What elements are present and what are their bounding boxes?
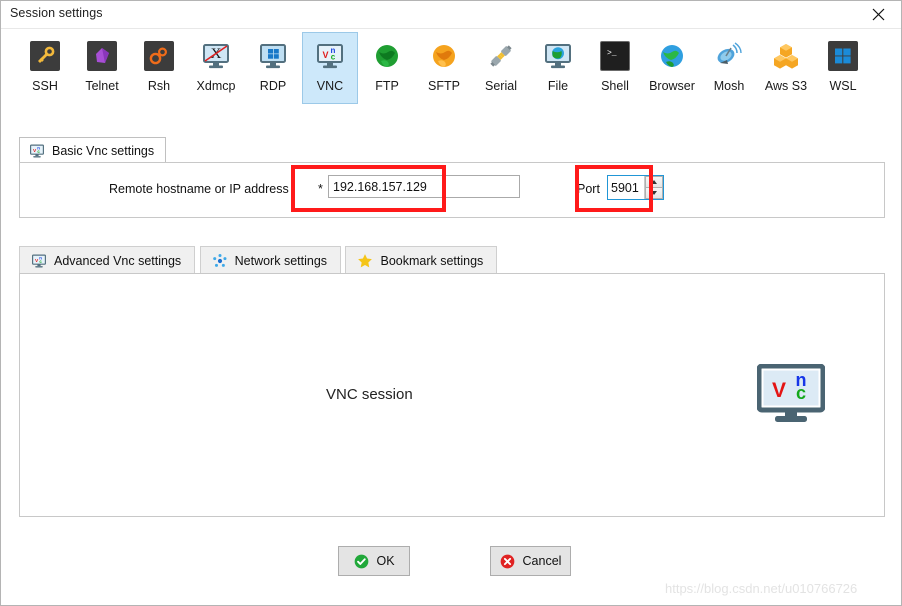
vnc-monitor-icon: V n c xyxy=(314,40,346,72)
tab-advanced-vnc-settings[interactable]: V n c Advanced Vnc settings xyxy=(19,246,196,274)
port-spin-arrows xyxy=(644,176,663,199)
protocol-label: SFTP xyxy=(428,79,460,93)
protocol-vnc[interactable]: V n c VNC xyxy=(302,32,358,104)
svg-text:V: V xyxy=(322,50,328,60)
orange-globe-icon xyxy=(428,40,460,72)
port-input[interactable] xyxy=(608,176,644,199)
x-circle-icon xyxy=(500,553,516,569)
session-preview-panel: VNC session V n c xyxy=(19,273,885,517)
close-icon xyxy=(872,8,885,21)
green-globe-icon xyxy=(371,40,403,72)
protocol-label: VNC xyxy=(316,79,344,93)
x-monitor-icon: X xyxy=(200,40,232,72)
ok-label: OK xyxy=(376,554,395,568)
svg-text:V: V xyxy=(772,379,786,402)
protocol-xdmcp[interactable]: X Xdmcp xyxy=(188,32,244,104)
port-stepper[interactable] xyxy=(607,175,664,200)
session-settings-dialog: Session settings SSH Telnet Rsh Xdmcp RD… xyxy=(0,0,902,606)
tab-bookmark-settings[interactable]: Bookmark settings xyxy=(345,246,498,274)
chevron-down-icon xyxy=(651,191,657,195)
protocol-file[interactable]: File xyxy=(530,32,586,104)
tab-label: Network settings xyxy=(234,253,328,268)
protocol-label: Browser xyxy=(649,79,695,93)
vnc-monitor-large-icon: V n c xyxy=(756,363,826,424)
protocol-toolbar: SSH Telnet Rsh Xdmcp RDP V n c VNC FTP S… xyxy=(1,32,901,112)
protocol-wsl[interactable]: WSL xyxy=(815,32,871,104)
vnc-monitor-icon: V n c xyxy=(29,143,45,159)
protocol-serial[interactable]: Serial xyxy=(473,32,529,104)
protocol-label: Mosh xyxy=(713,79,745,93)
protocol-label: Telnet xyxy=(85,79,119,93)
hostname-input[interactable] xyxy=(328,175,520,198)
hostname-label: Remote hostname or IP address xyxy=(109,182,289,196)
tab-basic-vnc-settings[interactable]: V n c Basic Vnc settings xyxy=(19,137,167,163)
protocol-ftp[interactable]: FTP xyxy=(359,32,415,104)
tab-label: Basic Vnc settings xyxy=(52,143,155,158)
protocol-ssh[interactable]: SSH xyxy=(17,32,73,104)
session-caption: VNC session xyxy=(326,386,413,403)
svg-text:>_: >_ xyxy=(607,49,617,58)
protocol-label: SSH xyxy=(32,79,58,93)
tab-label: Bookmark settings xyxy=(380,253,484,268)
basic-settings-group: Remote hostname or IP address * Port xyxy=(19,162,885,218)
network-nodes-icon xyxy=(212,253,228,269)
gem-icon xyxy=(86,40,118,72)
protocol-label: RDP xyxy=(259,79,287,93)
protocol-label: Xdmcp xyxy=(196,79,236,93)
port-increment-button[interactable] xyxy=(645,176,663,188)
aws-cubes-icon xyxy=(770,40,802,72)
key-icon xyxy=(29,40,61,72)
protocol-label: Shell xyxy=(601,79,629,93)
file-share-monitor-icon xyxy=(542,40,574,72)
close-button[interactable] xyxy=(856,1,901,28)
advanced-tabstrip: V n c Advanced Vnc settings Network sett… xyxy=(19,246,885,274)
windows-monitor-icon xyxy=(257,40,289,72)
port-label: Port xyxy=(577,182,600,196)
required-marker: * xyxy=(318,182,323,196)
port-decrement-button[interactable] xyxy=(645,188,663,199)
blue-globe-icon xyxy=(656,40,688,72)
protocol-label: WSL xyxy=(829,79,857,93)
protocol-telnet[interactable]: Telnet xyxy=(74,32,130,104)
vnc-monitor-icon: V n c xyxy=(31,253,47,269)
protocol-rsh[interactable]: Rsh xyxy=(131,32,187,104)
protocol-shell[interactable]: >_ Shell xyxy=(587,32,643,104)
ok-button[interactable]: OK xyxy=(338,546,410,576)
protocol-rdp[interactable]: RDP xyxy=(245,32,301,104)
tab-network-settings[interactable]: Network settings xyxy=(199,246,342,274)
protocol-aws-s3[interactable]: Aws S3 xyxy=(758,32,814,104)
protocol-label: Aws S3 xyxy=(764,79,808,93)
star-icon xyxy=(357,253,373,269)
svg-text:c: c xyxy=(796,383,806,403)
protocol-label: Serial xyxy=(485,79,517,93)
protocol-mosh[interactable]: Mosh xyxy=(701,32,757,104)
protocol-label: FTP xyxy=(375,79,399,93)
terminal-icon: >_ xyxy=(599,40,631,72)
cancel-button[interactable]: Cancel xyxy=(490,546,571,576)
window-title: Session settings xyxy=(10,6,103,20)
basic-settings-tabstrip: V n c Basic Vnc settings xyxy=(19,137,885,163)
check-circle-icon xyxy=(353,553,369,569)
satellite-dish-icon xyxy=(713,40,745,72)
protocol-label: File xyxy=(547,79,569,93)
tab-label: Advanced Vnc settings xyxy=(54,253,182,268)
watermark: https://blog.csdn.net/u010766726 xyxy=(665,581,858,596)
cancel-label: Cancel xyxy=(522,554,562,568)
protocol-label: Rsh xyxy=(147,79,171,93)
title-bar: Session settings xyxy=(1,1,901,29)
svg-text:c: c xyxy=(331,53,336,62)
serial-plug-icon xyxy=(485,40,517,72)
windows-icon xyxy=(827,40,859,72)
protocol-browser[interactable]: Browser xyxy=(644,32,700,104)
gears-icon xyxy=(143,40,175,72)
protocol-sftp[interactable]: SFTP xyxy=(416,32,472,104)
chevron-up-icon xyxy=(651,180,657,184)
